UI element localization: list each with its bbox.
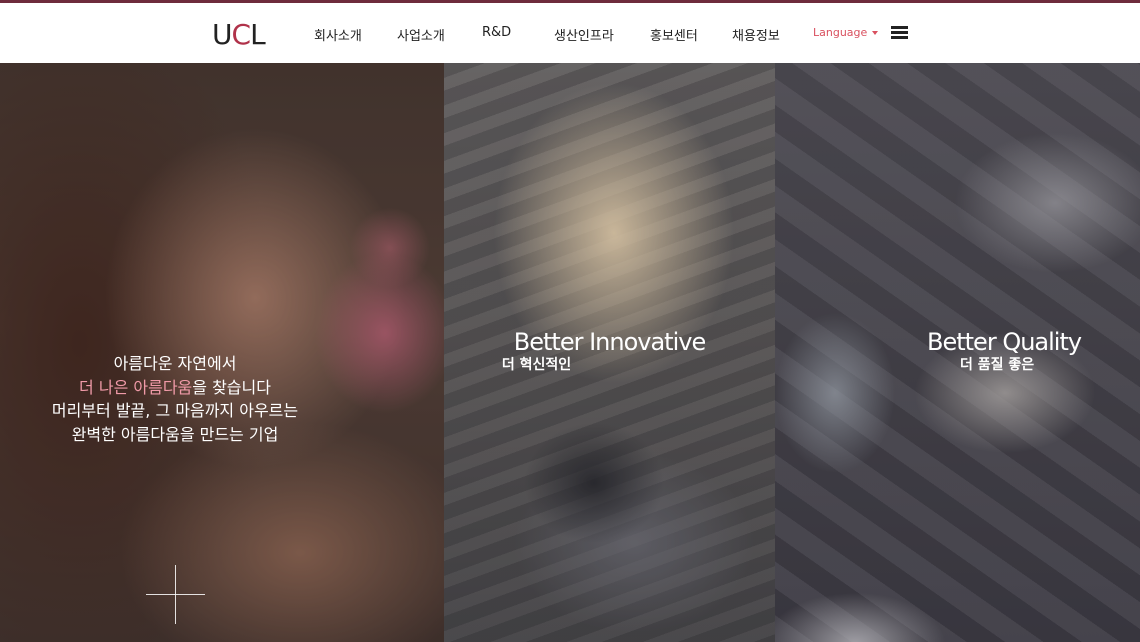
hero-line-3: 머리부터 발끝, 그 마음까지 아우르는	[51, 401, 299, 420]
nav-item-pr-center[interactable]: 홍보센터	[650, 25, 698, 44]
hero-tagline: 아름다운 자연에서 더 나은 아름다움을 찾습니다 머리부터 발끝, 그 마음까…	[40, 352, 310, 446]
hero-highlight: 더 나은 아름다움	[79, 377, 193, 397]
card-subtitle: 더 혁신적인	[501, 357, 572, 373]
nav-item-company[interactable]: 회사소개	[314, 25, 362, 44]
nav-item-business[interactable]: 사업소개	[397, 25, 445, 44]
card-title: Better Innovative	[513, 328, 706, 356]
card-innovative[interactable]: Better Innovative 더 혁신적인	[444, 63, 775, 642]
hero-line-4: 완벽한 아름다움을 만드는 기업	[71, 424, 279, 444]
logo-text: UCL	[212, 17, 266, 51]
hero-line-1: 아름다운 자연에서	[113, 354, 237, 373]
hamburger-icon[interactable]	[891, 26, 908, 39]
caret-down-icon	[872, 31, 879, 35]
language-selector[interactable]: Language	[813, 26, 879, 39]
logo[interactable]: UCL	[212, 17, 266, 51]
plus-icon[interactable]	[146, 565, 206, 625]
nav-item-careers[interactable]: 채용정보	[732, 25, 780, 44]
card-quality[interactable]: Better Quality 더 품질 좋은	[775, 63, 1140, 642]
card-subtitle: 더 품질 좋은	[960, 357, 1035, 373]
site-header: UCL 회사소개 사업소개 R&D 생산인프라 홍보센터 채용정보 Langua…	[0, 3, 1140, 63]
hero-line-2: 더 나은 아름다움을 찾습니다	[79, 377, 271, 397]
language-label: Language	[813, 26, 868, 39]
nav-item-rnd[interactable]: R&D	[482, 25, 511, 40]
nav-item-production[interactable]: 생산인프라	[554, 25, 614, 44]
card-title: Better Quality	[927, 328, 1082, 356]
hero-panel-beauty[interactable]: 아름다운 자연에서 더 나은 아름다움을 찾습니다 머리부터 발끝, 그 마음까…	[0, 63, 444, 642]
